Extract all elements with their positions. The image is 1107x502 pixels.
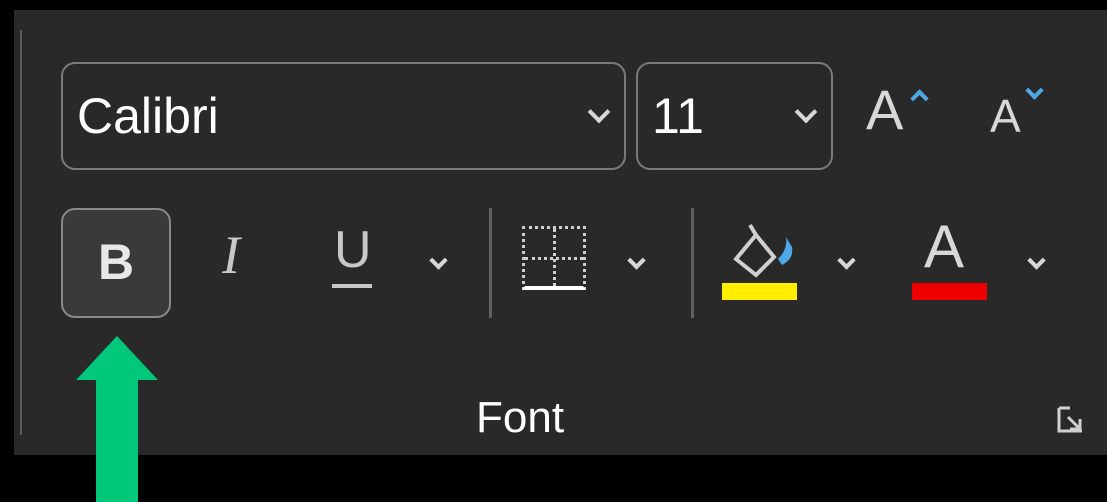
annotation-arrow-shaft [96,378,138,502]
highlight-color-swatch [722,283,797,300]
underline-icon: U [334,221,372,279]
font-name-combobox[interactable]: Calibri [61,62,626,170]
decrease-font-size-icon: A [990,90,1021,142]
caret-up-icon [910,89,929,108]
font-size-combobox[interactable]: 11 [636,62,833,170]
group-label: Font [476,393,565,442]
group-left-separator [20,30,22,435]
increase-font-size-icon: A [866,78,904,141]
borders-icon-vertical [553,229,556,286]
decrease-font-size-button[interactable]: A [988,81,1068,146]
increase-font-size-button[interactable]: A [862,78,942,148]
dialog-launcher-icon[interactable] [1056,405,1086,435]
separator [691,208,694,318]
chevron-down-icon[interactable] [794,100,818,124]
font-color-swatch [912,283,987,300]
font-size-value: 11 [652,88,704,144]
annotation-arrow-head [76,336,158,380]
bold-button[interactable]: B [61,208,171,318]
bold-icon: B [97,234,135,290]
chevron-down-icon[interactable] [587,100,611,124]
borders-icon[interactable] [522,226,586,290]
stage: Calibri 11 A A B I U A Font [0,0,1107,502]
fill-color-bucket-icon [733,223,793,278]
underline-bar [332,284,372,288]
italic-icon: I [222,225,240,285]
separator [489,208,492,318]
font-name-value: Calibri [77,88,219,144]
font-color-icon: A [924,213,965,280]
caret-down-icon [1025,81,1044,100]
italic-button[interactable] [200,212,280,312]
